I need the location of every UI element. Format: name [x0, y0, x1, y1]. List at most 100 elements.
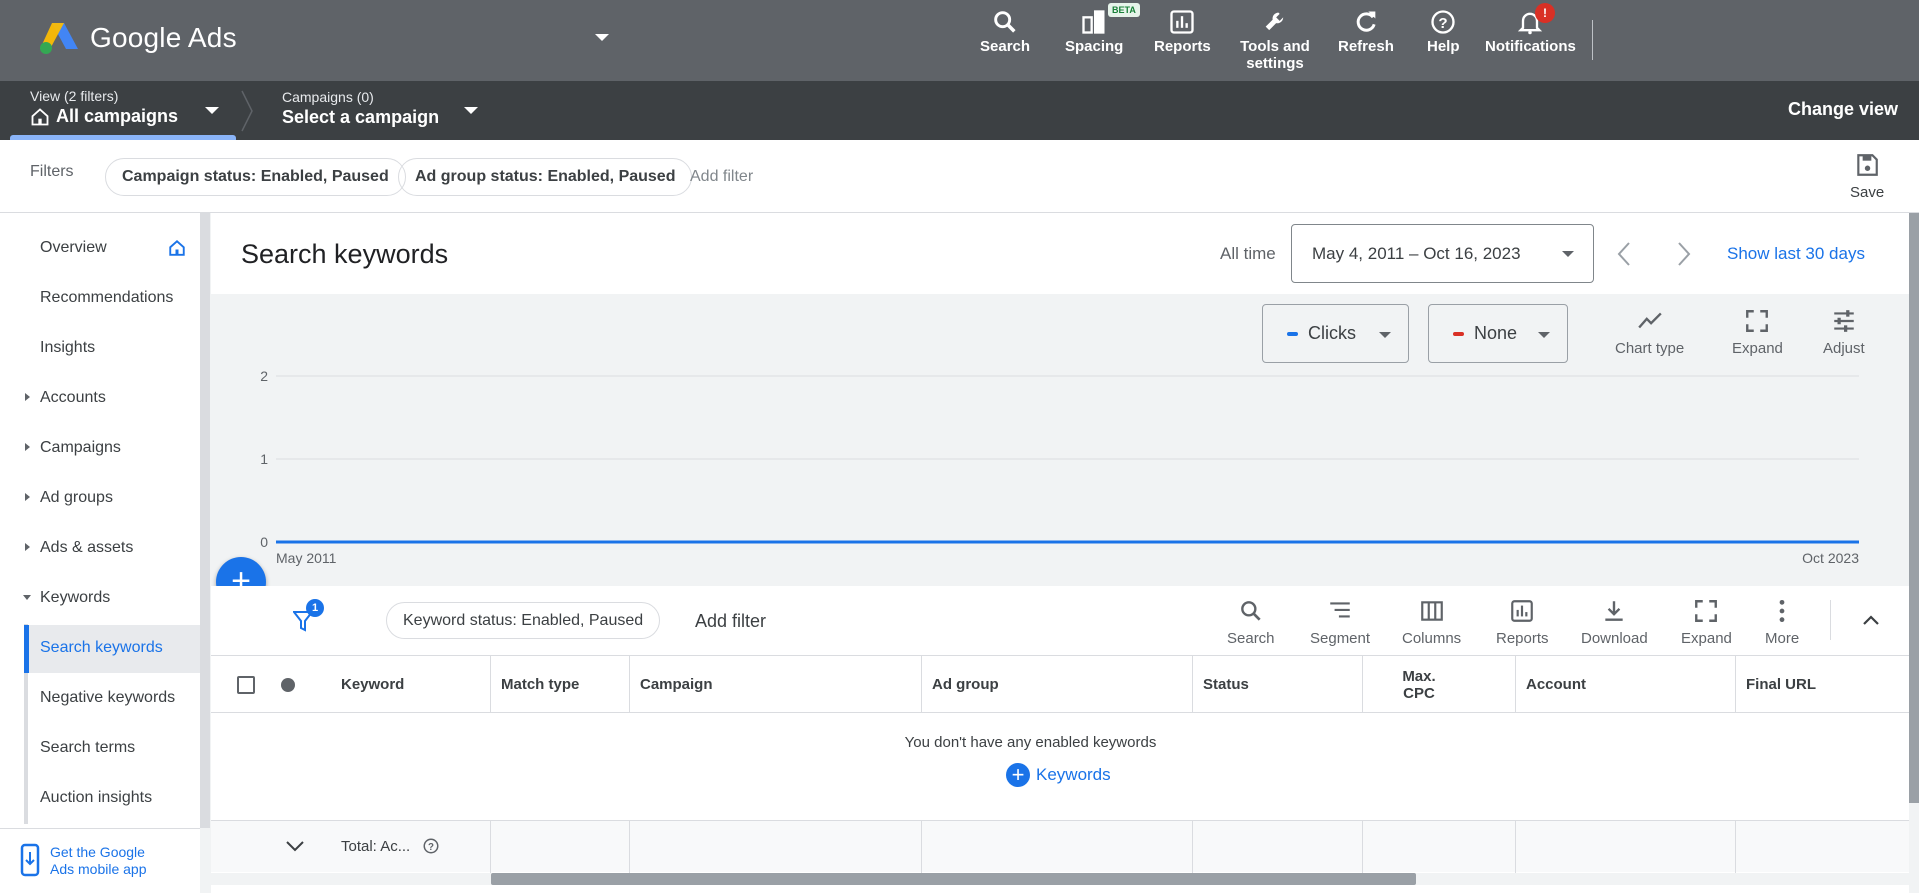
column-header-keyword[interactable]: Keyword [331, 656, 491, 713]
column-header-ad-group[interactable]: Ad group [922, 656, 1193, 713]
sidebar-item-negative-keywords[interactable]: Negative keywords [40, 689, 175, 707]
topnav-notifications[interactable]: Notifications [1485, 8, 1576, 55]
campaign-caret-icon[interactable] [464, 107, 478, 114]
table-expand-button[interactable]: Expand [1681, 598, 1732, 647]
column-header-campaign[interactable]: Campaign [630, 656, 922, 713]
ad-group-status-filter-chip[interactable]: Ad group status: Enabled, Paused [398, 158, 693, 196]
add-keywords-label: Keywords [1036, 765, 1111, 784]
sidebar-item-auction-insights[interactable]: Auction insights [40, 789, 152, 807]
topnav-search[interactable]: Search [980, 8, 1030, 55]
y-tick-label: 2 [260, 368, 268, 384]
sidebar-item-search-keywords[interactable]: Search keywords [40, 639, 163, 657]
expand-arrow-icon[interactable] [25, 443, 30, 451]
toolbar-divider [1830, 600, 1831, 640]
mobile-app-text: Ads mobile app [50, 861, 147, 877]
tool-label: Expand [1681, 630, 1732, 647]
save-filters-button[interactable]: Save [1850, 152, 1884, 201]
column-header-max-cpc[interactable]: Max. CPC [1363, 656, 1516, 713]
mobile-app-text: Get the Google [50, 844, 145, 860]
segment-button[interactable]: Segment [1310, 598, 1370, 647]
google-ads-logo[interactable]: Google Ads [38, 20, 237, 56]
view-name: All campaigns [56, 106, 179, 126]
add-filter-link[interactable]: Add filter [690, 168, 753, 186]
column-header-final-url[interactable]: Final URL [1736, 656, 1909, 713]
collapse-arrow-icon[interactable] [23, 595, 31, 600]
campaign-select-label: Select a campaign [282, 107, 440, 127]
view-selector[interactable]: View (2 filters) All campaigns [30, 88, 178, 127]
keyword-status-filter-chip[interactable]: Keyword status: Enabled, Paused [386, 602, 661, 639]
expand-arrow-icon[interactable] [25, 493, 30, 501]
topbar-divider [1592, 20, 1593, 60]
save-label: Save [1850, 184, 1885, 201]
account-switcher-caret-icon[interactable] [595, 34, 609, 41]
date-range-picker[interactable]: May 4, 2011 – Oct 16, 2023 [1291, 224, 1594, 283]
total-cell [922, 821, 1193, 873]
chevron-down-icon [1562, 251, 1574, 257]
add-circle-icon: + [1006, 763, 1030, 787]
topnav-label: Spacing [1065, 38, 1124, 55]
home-icon [169, 239, 185, 256]
tool-label: Columns [1402, 630, 1462, 647]
topnav-help[interactable]: ? Help [1427, 8, 1460, 55]
more-vert-icon [1779, 599, 1785, 623]
sidebar-item-accounts[interactable]: Accounts [40, 389, 106, 407]
campaign-status-filter-chip[interactable]: Campaign status: Enabled, Paused [105, 158, 406, 196]
refresh-icon [1356, 11, 1376, 32]
sidebar-scrollbar[interactable] [200, 213, 210, 828]
download-button[interactable]: Download [1581, 598, 1648, 647]
y-tick-label: 1 [260, 451, 268, 467]
filter-bar: Filters Campaign status: Enabled, Paused… [0, 140, 1919, 213]
topnav-tools-and-settings[interactable]: Tools and settings [1240, 8, 1310, 72]
view-caret-icon[interactable] [205, 107, 219, 114]
keyword-chart: 0 1 2 May 2011 Oct 2023 [260, 368, 1859, 566]
sidebar-item-overview[interactable]: Overview [40, 239, 107, 257]
collapse-toolbar-icon[interactable] [1861, 613, 1881, 627]
expand-arrow-icon[interactable] [25, 543, 30, 551]
column-header-match-type[interactable]: Match type [491, 656, 630, 713]
tool-label: Reports [1496, 630, 1549, 647]
campaign-selector[interactable]: Campaigns (0) Select a campaign [282, 89, 439, 128]
empty-state-message: You don't have any enabled keywords [904, 734, 1157, 751]
select-all-checkbox[interactable] [237, 676, 255, 694]
table-toolbar: 1 Keyword status: Enabled, Paused Add fi… [211, 586, 1909, 655]
sidebar-item-ads-and-assets[interactable]: Ads & assets [40, 539, 133, 557]
add-keywords-button[interactable]: + Keywords [1006, 763, 1111, 787]
mobile-app-promo[interactable]: Get the Google Ads mobile app [0, 828, 200, 893]
columns-button[interactable]: Columns [1402, 598, 1461, 647]
save-icon [1857, 154, 1878, 176]
column-header-status[interactable]: Status [1193, 656, 1363, 713]
y-tick-label: 0 [260, 534, 268, 550]
expand-arrow-icon[interactable] [25, 393, 30, 401]
next-period-icon[interactable] [1675, 241, 1693, 267]
sidebar-item-campaigns[interactable]: Campaigns [40, 439, 121, 457]
previous-period-icon[interactable] [1615, 241, 1633, 267]
table-search-button[interactable]: Search [1227, 598, 1275, 647]
reports-icon [1511, 600, 1534, 622]
sidebar-item-recommendations[interactable]: Recommendations [40, 289, 173, 307]
column-header-account[interactable]: Account [1516, 656, 1736, 713]
table-reports-button[interactable]: Reports [1496, 598, 1549, 647]
wrench-icon [1265, 12, 1284, 31]
sidebar-item-insights[interactable]: Insights [40, 339, 95, 357]
reports-icon [1170, 10, 1195, 34]
table-add-filter-link[interactable]: Add filter [695, 611, 766, 632]
horizontal-scrollbar[interactable] [491, 873, 1416, 885]
topnav-reports[interactable]: Reports [1154, 8, 1211, 55]
show-last-30-days-link[interactable]: Show last 30 days [1727, 244, 1865, 264]
more-button[interactable]: More [1765, 598, 1799, 647]
tool-label: Download [1581, 630, 1648, 647]
sidebar-item-ad-groups[interactable]: Ad groups [40, 489, 113, 507]
filter-toggle-button[interactable]: 1 [291, 599, 324, 637]
topnav-label: Reports [1154, 38, 1211, 55]
total-cell [1363, 821, 1516, 873]
sidebar-item-search-terms[interactable]: Search terms [40, 739, 135, 757]
total-cell [630, 821, 922, 873]
change-view-button[interactable]: Change view [1788, 99, 1898, 120]
range-label: All time [1220, 244, 1276, 263]
topnav-refresh[interactable]: Refresh [1338, 8, 1394, 55]
total-cell [211, 821, 491, 873]
chart-area: Clicks None Chart type Expand Adjust 012… [211, 294, 1909, 586]
main-scrollbar[interactable] [1909, 213, 1919, 803]
view-filter-count: View (2 filters) [30, 88, 119, 104]
sidebar-item-keywords[interactable]: Keywords [40, 589, 110, 607]
